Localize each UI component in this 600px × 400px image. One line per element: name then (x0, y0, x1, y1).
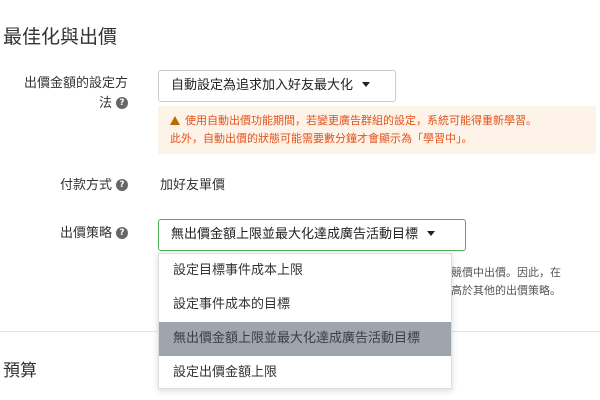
strategy-option[interactable]: 設定出價金額上限 (159, 356, 451, 390)
strategy-label-text: 出價策略 (59, 226, 112, 241)
warning-line1: 使用自動出價功能期間，若變更廣告群組的設定，系統可能得重新學習。 (170, 112, 586, 130)
warning-line2: 此外，自動出價的狀態可能需要數分鐘才會顯示為「學習中」。 (170, 132, 473, 145)
strategy-select[interactable]: 無出價金額上限並最大化達成廣告活動目標 (158, 219, 466, 251)
bid-setting-label-line1: 出價金額的設定方 (23, 76, 128, 91)
strategy-dropdown-menu: 設定目標事件成本上限 設定事件成本的目標 無出價金額上限並最大化達成廣告活動目標… (158, 253, 452, 389)
bid-setting-label-text: 法 (98, 96, 112, 111)
budget-title: 預算 (3, 361, 37, 381)
question-circle-icon[interactable]: ? (116, 226, 128, 239)
warning-triangle-icon (170, 115, 180, 125)
strategy-hint-line1: 吉競價中出價。因此，在 (440, 266, 561, 279)
question-circle-icon[interactable]: ? (116, 96, 128, 109)
strategy-option[interactable]: 設定事件成本的目標 (159, 288, 451, 322)
strategy-label: 出價策略? (18, 224, 128, 244)
caret-down-icon (427, 231, 436, 236)
warning-text-1: 使用自動出價功能期間，若變更廣告群組的設定，系統可能得重新學習。 (185, 114, 537, 127)
payment-label-text: 付款方式 (59, 178, 112, 193)
section-title: 最佳化與出價 (3, 26, 118, 48)
warning-box: 使用自動出價功能期間，若變更廣告群組的設定，系統可能得重新學習。 此外，自動出價… (158, 106, 596, 154)
caret-down-icon (362, 82, 371, 87)
bid-setting-label-line2: 法? (18, 94, 128, 114)
payment-label: 付款方式? (18, 176, 128, 196)
strategy-select-value: 無出價金額上限並最大化達成廣告活動目標 (171, 227, 419, 242)
strategy-hint-line2: 會高於其他的出價策略。 (440, 284, 561, 297)
strategy-option-selected[interactable]: 無出價金額上限並最大化達成廣告活動目標 (159, 322, 451, 356)
bid-setting-label: 出價金額的設定方 法? (18, 74, 128, 114)
question-circle-icon[interactable]: ? (116, 178, 128, 191)
bid-setting-select-value: 自動設定為追求加入好友最大化 (171, 78, 354, 93)
strategy-option[interactable]: 設定目標事件成本上限 (159, 254, 451, 288)
bid-setting-select[interactable]: 自動設定為追求加入好友最大化 (158, 70, 396, 102)
payment-value: 加好友單價 (160, 178, 226, 193)
